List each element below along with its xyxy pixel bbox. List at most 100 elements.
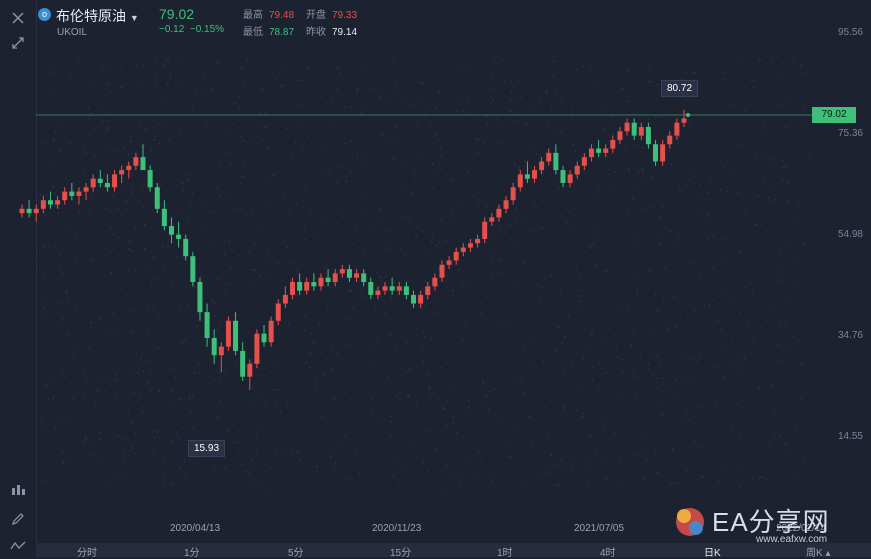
candle-body <box>389 286 395 291</box>
y-tick: 95.56 <box>837 27 863 38</box>
timeframe-bar <box>36 543 871 557</box>
candlestick-chart[interactable] <box>0 0 871 557</box>
candle-body <box>76 191 82 196</box>
candle-body <box>104 182 110 188</box>
candle-body <box>55 200 61 205</box>
candle-body <box>489 217 495 222</box>
candle-body <box>318 277 324 287</box>
candle-body <box>183 238 189 257</box>
watermark-url: www.eafxw.com <box>756 534 828 545</box>
candle-body <box>660 144 666 162</box>
candle-body <box>40 200 46 209</box>
candle-body <box>638 127 644 136</box>
candle-body <box>126 165 132 171</box>
candle-body <box>254 333 260 364</box>
candle-body <box>161 208 167 227</box>
candle-body <box>617 131 623 140</box>
candle-body <box>382 286 388 291</box>
candle-body <box>460 247 466 252</box>
candle-body <box>47 200 53 205</box>
symbol-code: UKOIL <box>57 27 88 38</box>
candle-body <box>560 170 566 183</box>
candle-body <box>62 191 68 201</box>
candle-body <box>539 161 545 171</box>
candle-body <box>297 282 303 291</box>
candle-body <box>275 303 281 321</box>
candle-body <box>532 170 538 179</box>
low-marker: 15.93 <box>188 440 226 457</box>
candle-body <box>503 200 509 209</box>
x-tick: 2021/07/05 <box>574 523 625 534</box>
candle-body <box>610 139 616 149</box>
stat-open: 开盘 79.33 <box>306 10 358 21</box>
candle-body <box>268 320 274 343</box>
candle-body <box>574 165 580 175</box>
candle-body <box>112 174 118 188</box>
candle-body <box>154 187 160 209</box>
candle-body <box>418 294 424 304</box>
candle-body <box>168 226 174 235</box>
candle-body <box>140 157 146 171</box>
candle-body <box>453 251 459 261</box>
candle-body <box>204 312 210 338</box>
price-change: −0.12 −0.15% <box>159 24 225 35</box>
candle-body <box>339 269 345 274</box>
x-tick: 2020/04/13 <box>170 523 221 534</box>
candle-body <box>69 191 75 196</box>
candle-body <box>653 144 659 162</box>
left-toolbar <box>0 0 37 557</box>
candle-body <box>524 174 530 179</box>
last-price: 79.02 <box>159 6 195 22</box>
candle-body <box>147 170 153 188</box>
candle-body <box>133 157 139 166</box>
candle-body <box>603 148 609 153</box>
candle-body <box>304 282 310 291</box>
candle-body <box>233 320 239 351</box>
candle-body <box>567 174 573 183</box>
pencil-icon[interactable] <box>8 509 28 529</box>
stat-prev-close: 昨收 79.14 <box>306 27 358 38</box>
candle-body <box>282 294 288 304</box>
candle-body <box>581 157 587 166</box>
candle-body <box>411 294 417 304</box>
symbol-badge: o <box>38 8 51 21</box>
candle-body <box>553 152 559 171</box>
y-tick: 54.98 <box>837 229 863 240</box>
candle-body <box>190 256 196 283</box>
candle-body <box>482 221 488 239</box>
candle-body <box>375 290 381 295</box>
candle-body <box>325 277 331 283</box>
candle-body <box>510 187 516 201</box>
current-price-tag: 79.02 <box>812 107 856 123</box>
last-price-dot <box>686 113 690 117</box>
candle-body <box>667 135 673 145</box>
indicator-icon[interactable] <box>8 536 28 556</box>
y-tick: 34.76 <box>837 330 863 341</box>
candle-body <box>97 178 103 183</box>
candle-body <box>83 187 89 192</box>
candle-body <box>332 273 338 283</box>
candle-body <box>496 208 502 218</box>
candle-body <box>119 170 125 175</box>
candles-icon[interactable] <box>8 481 28 501</box>
candle-body <box>354 273 360 278</box>
compress-icon[interactable] <box>8 33 28 53</box>
stat-low: 最低 78.87 <box>243 27 295 38</box>
candle-body <box>546 152 552 162</box>
candle-body <box>596 148 602 153</box>
candle-body <box>588 148 594 158</box>
candle-body <box>247 363 253 377</box>
candle-body <box>439 264 445 278</box>
y-tick: 14.55 <box>837 431 863 442</box>
candle-body <box>311 282 317 287</box>
candle-body <box>467 243 473 248</box>
candle-body <box>645 127 651 145</box>
symbol-name[interactable]: 布伦特原油 ▼ <box>56 6 139 26</box>
candle-body <box>396 286 402 291</box>
candle-body <box>197 282 203 313</box>
close-icon[interactable] <box>8 8 28 28</box>
candle-body <box>432 277 438 287</box>
candle-body <box>475 238 481 244</box>
candle-body <box>289 282 295 295</box>
candle-body <box>361 273 367 283</box>
